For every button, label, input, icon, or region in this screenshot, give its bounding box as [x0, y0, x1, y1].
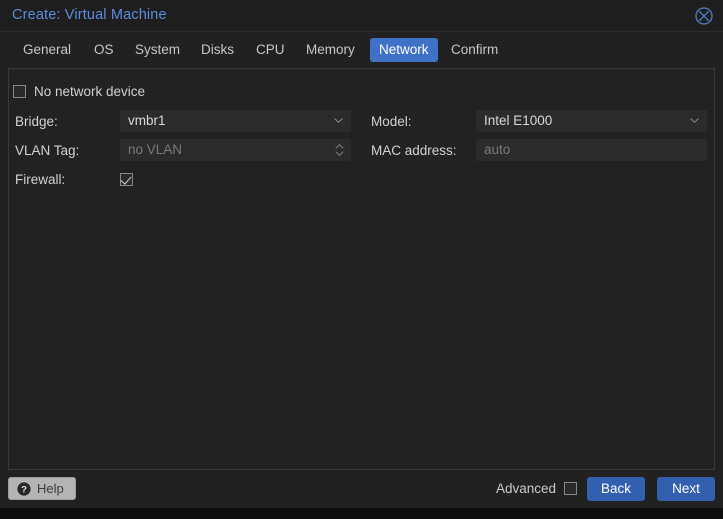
create-vm-dialog: Create: Virtual Machine General OS Syste… — [0, 0, 723, 508]
bridge-select[interactable]: vmbr1 — [120, 110, 351, 132]
bridge-label: Bridge: — [15, 114, 58, 129]
model-label: Model: — [371, 114, 412, 129]
next-button[interactable]: Next — [657, 477, 715, 501]
tab-disks[interactable]: Disks — [192, 38, 243, 62]
mac-address-label: MAC address: — [371, 143, 457, 158]
mac-address-input[interactable]: auto — [476, 139, 707, 161]
no-network-device-label: No network device — [34, 83, 146, 99]
help-button-label: Help — [37, 481, 64, 496]
model-value: Intel E1000 — [484, 113, 553, 128]
no-network-device-checkbox[interactable] — [13, 84, 26, 98]
question-circle-icon: ? — [17, 481, 31, 496]
model-select[interactable]: Intel E1000 — [476, 110, 707, 132]
network-form-panel: No network device Bridge: vmbr1 VLAN Tag… — [8, 68, 715, 470]
vlan-tag-input[interactable]: no VLAN — [120, 139, 351, 161]
no-network-device-row[interactable]: No network device — [13, 82, 145, 100]
firewall-label: Firewall: — [15, 172, 66, 187]
svg-text:?: ? — [21, 484, 27, 495]
advanced-checkbox[interactable] — [564, 482, 577, 495]
back-button[interactable]: Back — [587, 477, 645, 501]
tab-cpu[interactable]: CPU — [247, 38, 294, 62]
tab-system[interactable]: System — [126, 38, 189, 62]
close-icon[interactable] — [694, 6, 714, 26]
close-circle-icon — [695, 7, 713, 25]
wizard-tabbar: General OS System Disks CPU Memory Netwo… — [0, 32, 723, 68]
help-button[interactable]: ? Help — [8, 477, 76, 500]
tab-network[interactable]: Network — [370, 38, 438, 62]
tab-memory[interactable]: Memory — [297, 38, 364, 62]
spinner-up-down-icon — [335, 143, 344, 157]
advanced-label: Advanced — [495, 481, 556, 496]
bridge-value: vmbr1 — [128, 113, 166, 128]
vlan-tag-label: VLAN Tag: — [15, 143, 80, 158]
chevron-down-icon — [334, 118, 343, 123]
firewall-checkbox[interactable] — [120, 173, 133, 186]
dialog-title: Create: Virtual Machine — [12, 7, 167, 23]
vlan-tag-placeholder: no VLAN — [128, 142, 183, 157]
dialog-titlebar: Create: Virtual Machine — [0, 0, 723, 32]
chevron-down-icon — [690, 118, 699, 123]
tab-os[interactable]: OS — [85, 38, 123, 62]
tab-confirm[interactable]: Confirm — [442, 38, 507, 62]
tab-general[interactable]: General — [14, 38, 80, 62]
dialog-footer: ? Help Advanced Back Next — [0, 470, 723, 508]
advanced-toggle[interactable]: Advanced — [496, 481, 577, 496]
mac-address-placeholder: auto — [484, 142, 511, 157]
desktop-background-strip — [0, 508, 723, 519]
